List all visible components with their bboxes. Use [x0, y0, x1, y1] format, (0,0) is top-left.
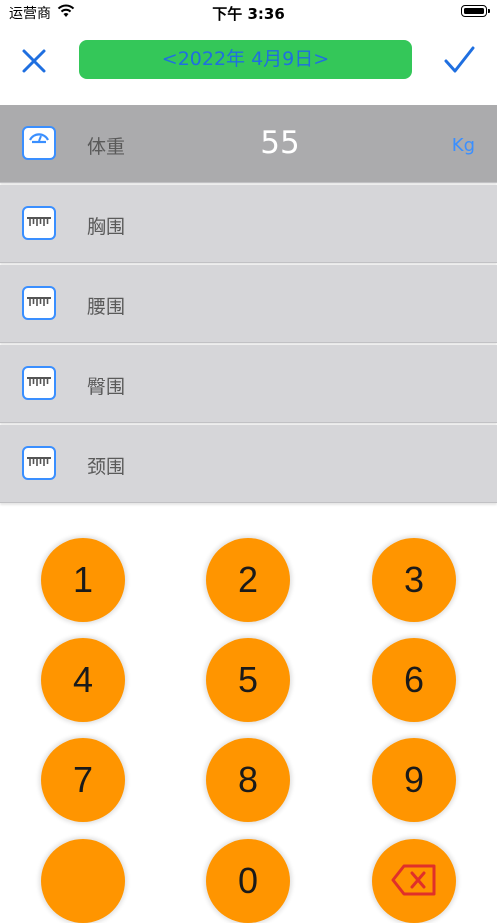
status-bar: 运营商 下午 3:36 [0, 0, 497, 26]
measurement-label: 腰围 [87, 296, 126, 318]
key-delete[interactable] [372, 839, 456, 923]
ruler-icon [22, 206, 56, 240]
battery-icon [461, 5, 490, 17]
key-8[interactable]: 8 [206, 738, 290, 822]
measurement-unit: Kg [451, 135, 475, 156]
key-5[interactable]: 5 [206, 638, 290, 722]
backspace-icon [391, 864, 436, 896]
ruler-icon [22, 286, 56, 320]
date-label: <2022年 4月9日> [161, 48, 330, 70]
measurement-row-waist[interactable]: 腰围 [0, 265, 497, 343]
confirm-check-icon[interactable] [442, 43, 476, 77]
ruler-icon [22, 446, 56, 480]
key-blank[interactable] [41, 839, 125, 923]
close-icon[interactable] [18, 45, 50, 77]
key-2[interactable]: 2 [206, 538, 290, 622]
key-1[interactable]: 1 [41, 538, 125, 622]
measurement-label: 胸围 [87, 216, 126, 238]
date-selector[interactable]: <2022年 4月9日> [79, 40, 412, 79]
measurement-row-weight[interactable]: 体重 55 Kg [0, 105, 497, 183]
key-3[interactable]: 3 [372, 538, 456, 622]
measurement-row-hip[interactable]: 臀围 [0, 345, 497, 423]
key-4[interactable]: 4 [41, 638, 125, 722]
ruler-icon [22, 366, 56, 400]
measurement-list: 体重 55 Kg 胸围 腰围 臀围 颈围 [0, 105, 497, 505]
measurement-row-neck[interactable]: 颈围 [0, 425, 497, 503]
status-time: 下午 3:36 [212, 5, 285, 23]
key-6[interactable]: 6 [372, 638, 456, 722]
measurement-row-chest[interactable]: 胸围 [0, 185, 497, 263]
key-7[interactable]: 7 [41, 738, 125, 822]
key-0[interactable]: 0 [206, 839, 290, 923]
measurement-value: 55 [260, 125, 300, 161]
measurement-label: 颈围 [87, 456, 126, 478]
key-9[interactable]: 9 [372, 738, 456, 822]
measurement-label: 臀围 [87, 376, 126, 398]
